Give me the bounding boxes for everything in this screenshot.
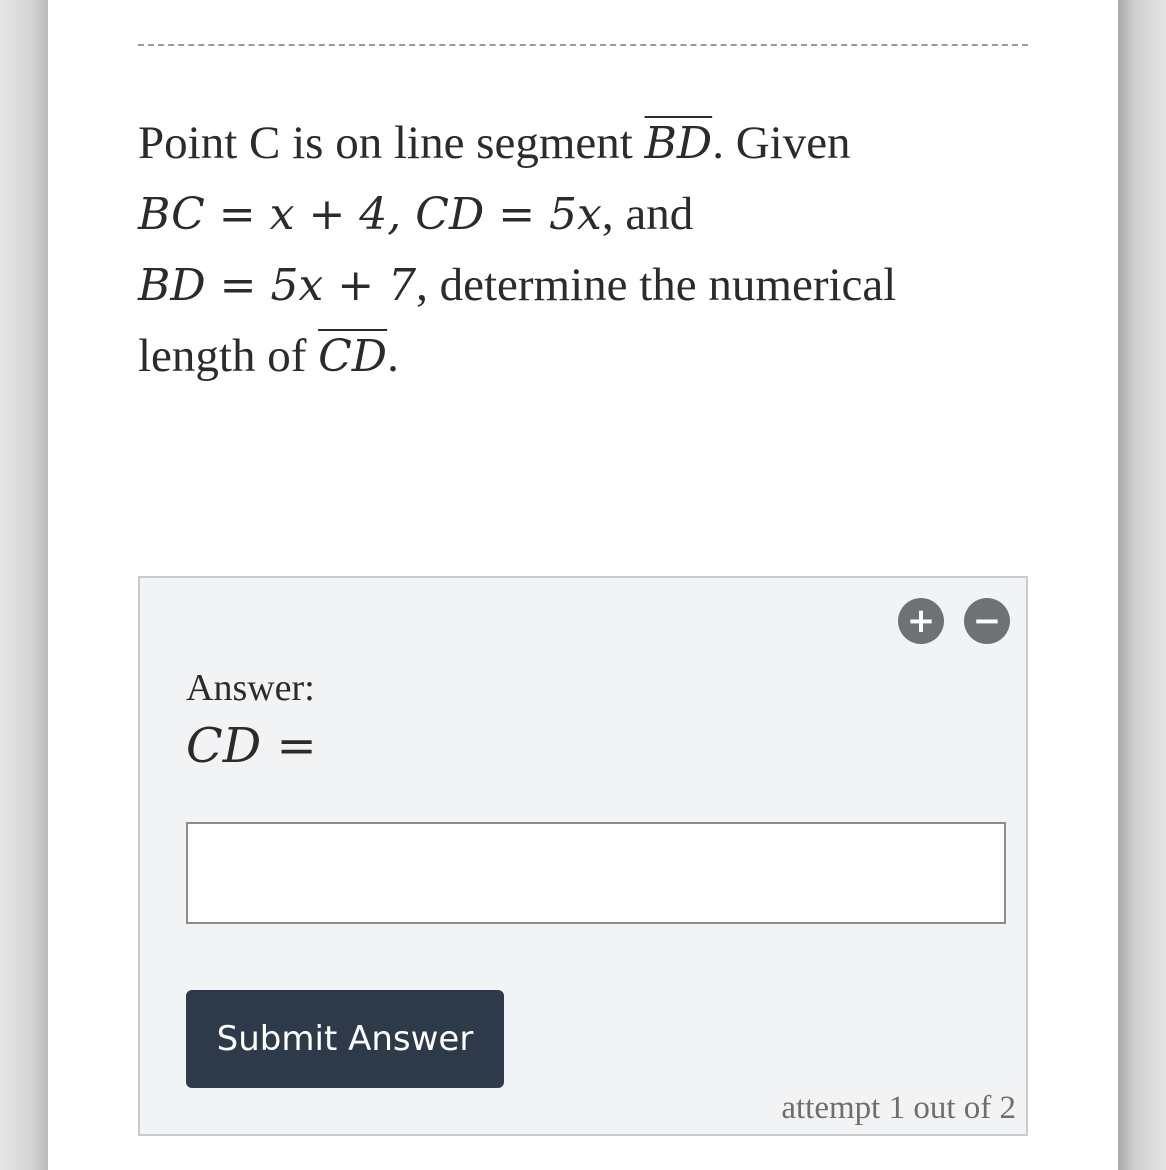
question-line-4: length of CD. [138, 330, 399, 382]
segment-cd: CD [318, 331, 388, 382]
submit-answer-button[interactable]: Submit Answer [186, 990, 504, 1088]
question-page: Point C is on line segment BD. Given BC … [48, 0, 1118, 1170]
question-text: Point C is on line segment BD. Given BC … [138, 108, 1038, 392]
dashed-divider [138, 44, 1028, 46]
question-line-2: BC = x + 4, CD = 5x, and [138, 188, 694, 240]
attempt-counter: attempt 1 out of 2 [781, 1090, 1016, 1126]
plus-icon[interactable]: + [898, 598, 944, 644]
minus-icon[interactable]: − [964, 598, 1010, 644]
answer-input[interactable] [186, 822, 1006, 924]
segment-bd: BD [644, 118, 713, 169]
answer-label: Answer: [186, 667, 315, 709]
page-left-edge [0, 0, 48, 1170]
answer-math-label: CD = [186, 718, 317, 774]
question-line-1: Point C is on line segment BD. Given [138, 117, 851, 169]
equation-bc-cd: BC = x + 4, CD = 5x [138, 189, 602, 240]
answer-panel: + − Answer: CD = Submit Answer attempt 1… [138, 576, 1028, 1136]
equation-bd: BD = 5x + 7 [138, 260, 417, 311]
question-line-3: BD = 5x + 7, determine the numerical [138, 259, 897, 311]
page-right-edge [1118, 0, 1166, 1170]
